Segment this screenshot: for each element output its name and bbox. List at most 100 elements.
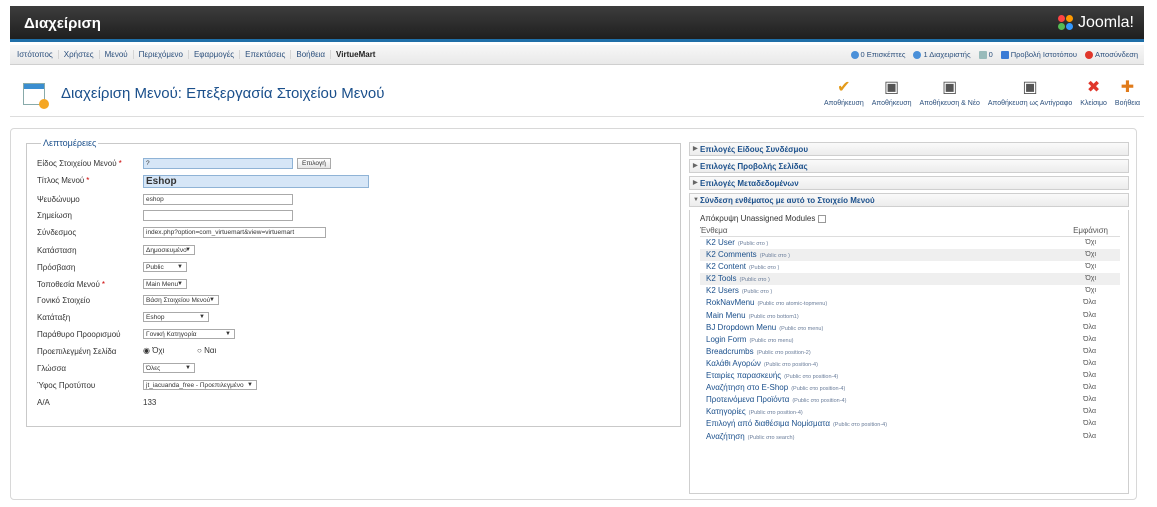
- dropdown-select[interactable]: Public ▼: [143, 262, 187, 272]
- caret-down-icon: ▼: [693, 197, 699, 203]
- menu-item[interactable]: Επεκτάσεις: [240, 50, 292, 59]
- text-field[interactable]: Eshop: [143, 175, 369, 188]
- module-row: Καλάθι Αγορών (Public στο position-4) Όλα: [700, 358, 1120, 370]
- module-link[interactable]: Επιλογή από διαθέσιμα Νομίσματα (Public σ…: [706, 418, 887, 431]
- module-link[interactable]: Προτεινόμενα Προϊόντα (Public στο positio…: [706, 394, 846, 407]
- module-link[interactable]: Αναζήτηση στο E-Shop (Public στο position…: [706, 382, 845, 395]
- module-row: Breadcrumbs (Public στο position-2) Όλα: [700, 346, 1120, 358]
- module-display: Όχι: [1085, 275, 1096, 283]
- toolbar-button[interactable]: ▣ Αποθήκευση & Νέο: [919, 77, 979, 107]
- module-row: BJ Dropdown Menu (Public στο menu) Όλα: [700, 322, 1120, 334]
- module-display: Όχι: [1085, 239, 1096, 246]
- module-link[interactable]: Main Menu (Public στο bottom1): [706, 310, 799, 323]
- field-label: Ύφος Προτύπου: [37, 381, 96, 390]
- module-row: Main Menu (Public στο bottom1) Όλα: [700, 310, 1120, 322]
- module-link[interactable]: Εταιρίες παρασκευής (Public στο position-…: [706, 370, 838, 383]
- users-icon: [850, 50, 859, 59]
- accordion-header[interactable]: ▶ Επιλογές Προβολής Σελίδας: [689, 159, 1129, 173]
- module-link[interactable]: Login Form (Public στο menu): [706, 334, 793, 347]
- toolbar-button[interactable]: ▣ Αποθήκευση: [872, 77, 912, 107]
- details-legend: Λεπτομέρειες: [41, 138, 99, 148]
- logout-icon: [1084, 50, 1093, 59]
- menu-item[interactable]: Χρήστες: [59, 50, 100, 59]
- module-link[interactable]: RokNavMenu (Public στο atomic-topmenu): [706, 297, 827, 310]
- joomla-logo[interactable]: Joomla!: [1057, 14, 1134, 32]
- dropdown-select[interactable]: Eshop ▼: [143, 312, 209, 322]
- module-display: Όλα: [1083, 384, 1096, 392]
- module-link[interactable]: K2 User (Public στο ): [706, 237, 768, 250]
- text-field[interactable]: ?: [143, 158, 293, 169]
- toolbar-button[interactable]: ▣ Αποθήκευση ως Αντίγραφο: [988, 77, 1072, 107]
- admin-header: Διαχείριση Joomla!: [10, 6, 1144, 42]
- toolbar-button[interactable]: ✖ Κλείσιμο: [1080, 77, 1107, 107]
- field-label: Τοποθεσία Μενού *: [37, 280, 105, 289]
- menu-item[interactable]: Μενού: [100, 50, 134, 59]
- accordion-header[interactable]: ▶ Επιλογές Είδους Συνδέσμου: [689, 142, 1129, 156]
- edit-panel: Λεπτομέρειες Είδος Στοιχείου Μενού *? Επιλ…: [10, 128, 1137, 500]
- module-row: K2 Users (Public στο ) Όχι: [700, 285, 1120, 297]
- messages-status[interactable]: 0: [978, 50, 993, 59]
- dropdown-select[interactable]: Δημοσιευμένο ▼: [143, 245, 195, 255]
- dropdown-select[interactable]: jt_iacuanda_free - Προεπιλεγμένο ▼: [143, 380, 257, 390]
- module-link[interactable]: K2 Content (Public στο ): [706, 261, 779, 274]
- radio-no[interactable]: ◉ Όχι: [143, 346, 164, 355]
- module-link[interactable]: Καλάθι Αγορών (Public στο position-4): [706, 358, 818, 371]
- module-link[interactable]: BJ Dropdown Menu (Public στο menu): [706, 322, 823, 335]
- module-display: Όλα: [1083, 335, 1096, 343]
- toolbar-button-label: Αποθήκευση ως Αντίγραφο: [987, 100, 1073, 107]
- dropdown-select[interactable]: Main Menu ▼: [143, 279, 187, 289]
- dropdown-select[interactable]: Βάση Στοιχείου Μενού ▼: [143, 295, 219, 305]
- radio-yes[interactable]: ○ Ναι: [197, 346, 216, 355]
- module-link[interactable]: Αναζήτηση (Public στο search): [706, 431, 794, 444]
- module-display: Όλα: [1083, 420, 1096, 428]
- module-display: Όλα: [1083, 432, 1096, 440]
- main-menubar: Ιστότοπος Χρήστες Μενού Περιεχόμενο Εφαρμογέ…: [10, 45, 1144, 65]
- caret-right-icon: ▶: [693, 146, 698, 152]
- module-row: RokNavMenu (Public στο atomic-topmenu) Όλα: [700, 297, 1120, 309]
- toolbar-button[interactable]: ✚ Βοήθεια: [1115, 77, 1140, 107]
- module-link[interactable]: Breadcrumbs (Public στο position-2): [706, 346, 811, 359]
- module-row: Κατηγορίες (Public στο position-4) Όλα: [700, 406, 1120, 418]
- save-icon: ▣: [884, 79, 900, 96]
- chevron-down-icon: ▼: [177, 264, 183, 270]
- hide-unassigned-checkbox[interactable]: [818, 214, 827, 223]
- logout-link[interactable]: Αποσύνδεση: [1084, 50, 1138, 59]
- module-link[interactable]: Κατηγορίες (Public στο position-4): [706, 406, 803, 419]
- menu-item[interactable]: Ιστότοπος: [12, 50, 59, 59]
- module-link[interactable]: K2 Tools (Public στο ): [706, 273, 770, 286]
- module-link[interactable]: K2 Comments (Public στο ): [706, 249, 790, 262]
- dropdown-select[interactable]: Όλες ▼: [143, 363, 195, 373]
- toolbar-button[interactable]: ✔ Αποθήκευση: [824, 77, 864, 107]
- module-display: Όχι: [1085, 287, 1096, 295]
- module-link[interactable]: K2 Users (Public στο ): [706, 285, 772, 298]
- preview-site-link[interactable]: Προβολή Ιστοτόπου: [1000, 50, 1077, 59]
- menu-item[interactable]: Περιεχόμενο: [134, 50, 189, 59]
- chevron-down-icon: ▼: [247, 382, 253, 388]
- id-value: 133: [143, 398, 157, 407]
- accordion-header[interactable]: ▶ Επιλογές Μεταδεδομένων: [689, 176, 1129, 190]
- chevron-down-icon: ▼: [199, 314, 205, 320]
- dropdown-select[interactable]: Γονική Κατηγορία ▼: [143, 329, 235, 339]
- toolbar-button-label: Αποθήκευση & Νέο: [919, 100, 980, 107]
- module-row: Αναζήτηση (Public στο search) Όλα: [700, 431, 1120, 443]
- field-label: Παράθυρο Προορισμού: [37, 330, 121, 339]
- menu-item[interactable]: Βοήθεια: [291, 50, 332, 59]
- text-field[interactable]: index.php?option=com_virtuemart&view=vir…: [143, 227, 326, 238]
- menu-item[interactable]: VirtueMart: [331, 50, 380, 59]
- module-display: Όλα: [1083, 408, 1096, 416]
- admins-status[interactable]: 1 Διαχειριστής: [913, 50, 971, 59]
- field-label: Είδος Στοιχείου Μενού *: [37, 159, 122, 168]
- module-display: Όλα: [1083, 311, 1096, 319]
- text-field[interactable]: [143, 210, 293, 221]
- menu-item[interactable]: Εφαρμογές: [189, 50, 241, 59]
- field-label: Σύνδεσμος: [37, 228, 77, 237]
- accordion-header[interactable]: ▼ Σύνδεση ενθέματος με αυτό το Στοιχείο Μ…: [689, 193, 1129, 207]
- module-display: Όλα: [1083, 359, 1096, 367]
- details-fieldset: Λεπτομέρειες Είδος Στοιχείου Μενού *? Επιλ…: [26, 138, 681, 427]
- select-type-button[interactable]: Επιλογή: [297, 158, 331, 169]
- radio-unselected-icon: ○: [197, 346, 202, 355]
- close-icon: ✖: [1086, 79, 1101, 96]
- page-title: Διαχείριση Μενού: Επεξεργασία Στοιχείου …: [61, 85, 385, 102]
- visitors-status[interactable]: 0 Επισκέπτες: [850, 50, 905, 59]
- text-field[interactable]: eshop: [143, 194, 293, 205]
